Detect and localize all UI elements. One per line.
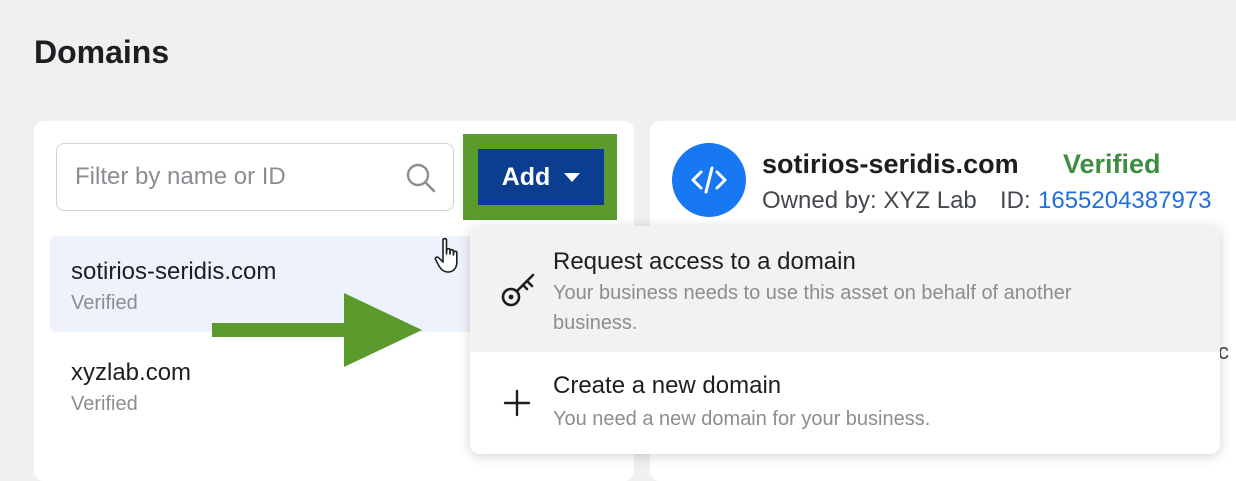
detail-status: Verified bbox=[1063, 149, 1161, 179]
add-dropdown-menu: Request access to a domain Your business… bbox=[470, 226, 1220, 454]
add-button-label: Add bbox=[501, 162, 551, 191]
green-arrow-annotation bbox=[212, 293, 422, 367]
menu-item-description: You need a new domain for your business. bbox=[553, 408, 931, 430]
search-input[interactable] bbox=[57, 144, 415, 210]
hand-pointer-icon bbox=[434, 237, 458, 273]
domain-name: sotirios-seridis.com bbox=[71, 258, 277, 285]
detail-domain-name: sotirios-seridis.com bbox=[762, 149, 1019, 179]
add-button[interactable]: Add bbox=[478, 149, 604, 205]
domain-status: Verified bbox=[71, 292, 138, 314]
page-title: Domains bbox=[34, 34, 170, 70]
code-icon bbox=[691, 166, 727, 194]
search-icon[interactable] bbox=[405, 162, 437, 194]
detail-owner: Owned by: XYZ Lab bbox=[762, 187, 977, 214]
menu-item-description: Your business needs to use this asset on… bbox=[553, 282, 1072, 334]
menu-item-request-access[interactable]: Request access to a domain Your business… bbox=[470, 226, 1220, 352]
plus-icon bbox=[503, 389, 531, 417]
search-box[interactable] bbox=[56, 143, 454, 211]
menu-item-title: Create a new domain bbox=[553, 372, 782, 399]
detail-id-label: ID: bbox=[1000, 187, 1031, 214]
code-badge bbox=[672, 143, 746, 217]
menu-item-title: Request access to a domain bbox=[553, 248, 856, 275]
domain-status: Verified bbox=[71, 393, 138, 415]
domain-name: xyzlab.com bbox=[71, 359, 192, 386]
detail-id-value[interactable]: 1655204387973 bbox=[1038, 187, 1212, 215]
caret-down-icon bbox=[564, 173, 581, 183]
menu-item-create-domain[interactable]: Create a new domain You need a new domai… bbox=[470, 352, 1220, 454]
key-icon bbox=[501, 273, 535, 307]
